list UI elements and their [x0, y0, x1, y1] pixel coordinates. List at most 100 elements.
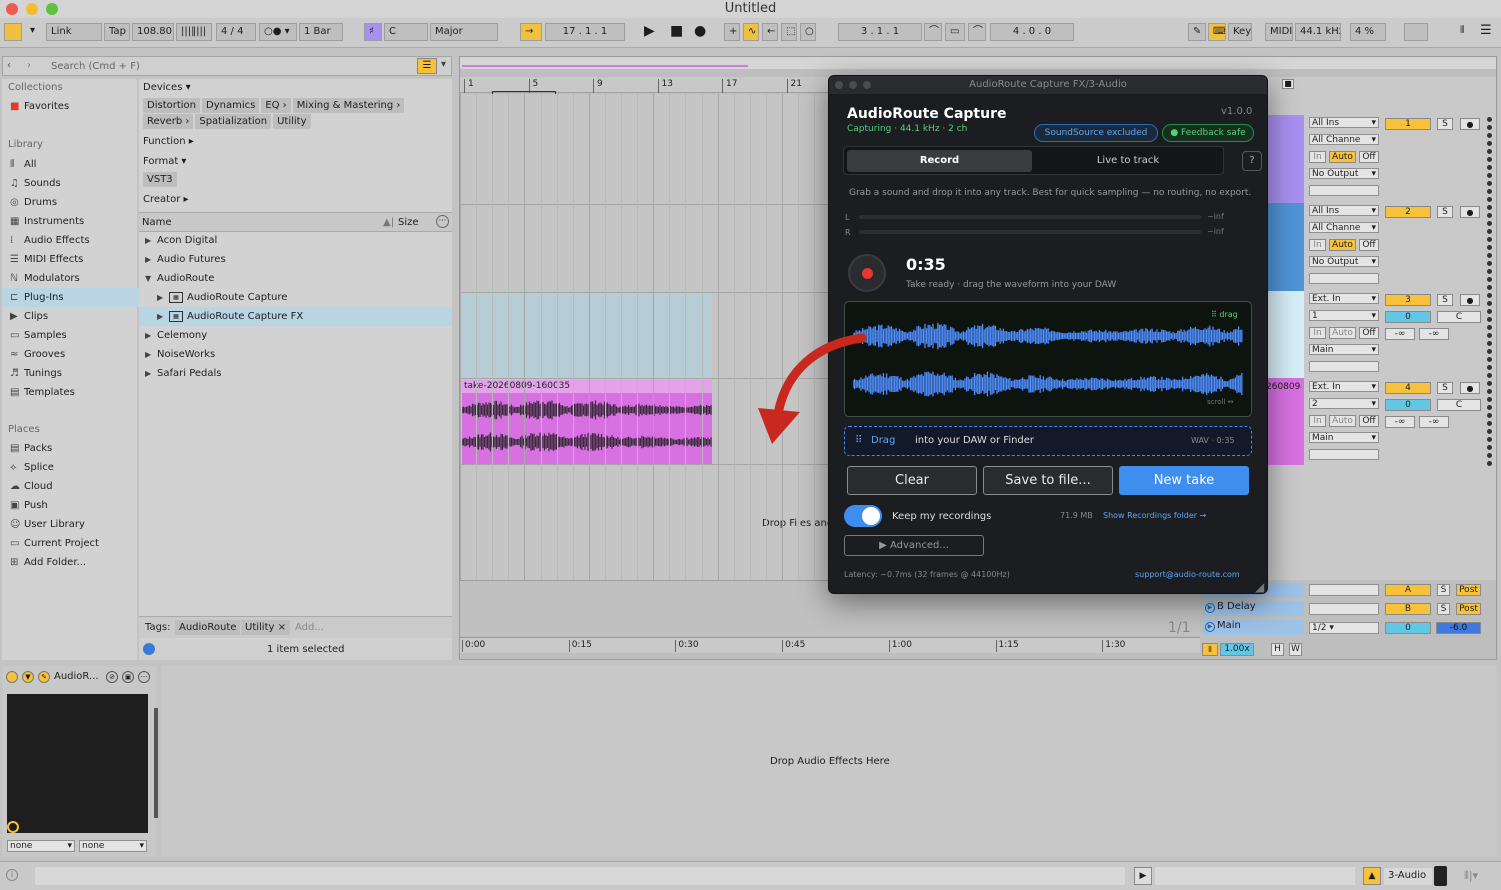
browser-item[interactable]: ▶ ▦ AudioRoute Capture [139, 288, 452, 307]
chevron-right-icon[interactable]: ▶ [157, 288, 169, 307]
track-output-channel[interactable] [1309, 273, 1379, 284]
track-output-select[interactable]: No Output ▾ [1309, 256, 1379, 267]
view-toggle-icon[interactable] [4, 23, 22, 41]
waveform-zoom-icon[interactable]: ⦀ [1202, 643, 1218, 656]
plugin-minimize-icon[interactable] [849, 81, 857, 89]
filter-devices[interactable]: Devices ▾ [143, 82, 191, 93]
device-view-icon[interactable] [1434, 866, 1447, 886]
arm-icon[interactable]: ● [1460, 382, 1480, 394]
tempo-field[interactable]: 108.80 [132, 23, 174, 41]
pan-field[interactable]: C [1437, 311, 1481, 323]
main-ratio-select[interactable]: 1/2 ▾ [1309, 622, 1379, 634]
sidebar-item-drums[interactable]: ◎ Drums [2, 193, 139, 212]
sidebar-item-add-folder-[interactable]: ⊞ Add Folder... [2, 553, 139, 572]
track-activator[interactable]: 2 [1385, 206, 1431, 218]
warning-icon[interactable]: ▲ [1363, 867, 1381, 885]
waveform-drag-area[interactable]: ⠿ drag scroll ↔ [844, 301, 1252, 417]
loop-switch-icon[interactable]: ▭ [945, 23, 965, 41]
advanced-button[interactable]: ▶ Advanced... [844, 535, 984, 556]
chevron-right-icon[interactable]: ▶ [145, 364, 157, 383]
monitor-off-button[interactable]: Off [1359, 151, 1379, 163]
audio-clip[interactable]: take-20260809-160035 [462, 380, 712, 464]
tag-utility[interactable]: Utility × [241, 620, 290, 635]
support-link[interactable]: support@audio-route.com [1135, 570, 1240, 579]
show-recordings-link[interactable]: Show Recordings folder → [1103, 511, 1206, 520]
monitor-auto-button[interactable]: Auto [1329, 151, 1356, 163]
main-volume[interactable]: 0 [1385, 622, 1431, 634]
fold-icon[interactable]: ▶ [1205, 622, 1215, 632]
device-chain[interactable]: Drop Audio Effects Here [161, 666, 1497, 856]
sidebar-item-clips[interactable]: ▶ Clips [2, 307, 139, 326]
zoom-level[interactable]: 1.00x [1220, 643, 1254, 656]
capture-icon[interactable]: ⬚ [781, 23, 797, 41]
back-to-arrangement-icon[interactable]: ← [762, 23, 778, 41]
loop-length-field[interactable]: 4 . 0 . 0 [990, 23, 1074, 41]
loop-record-icon[interactable]: ○● ▾ [259, 23, 297, 41]
lock-icon[interactable]: ■ [1282, 79, 1294, 89]
track-channel-select[interactable]: 2 ▾ [1309, 398, 1379, 409]
sort-icon[interactable]: ▲| [383, 217, 394, 228]
sidebar-item-audio-effects[interactable]: ⁞ Audio Effects [2, 231, 139, 250]
track-activator[interactable]: 3 [1385, 294, 1431, 306]
search-input[interactable]: Search (Cmd + F) [51, 61, 140, 72]
chevron-right-icon[interactable]: ▶ [157, 307, 169, 326]
format-chip-vst3[interactable]: VST3 [143, 172, 177, 187]
chevron-right-icon[interactable]: ▶ [145, 250, 157, 269]
punch-out-icon[interactable]: ⌒ [968, 23, 986, 41]
midi-map-button[interactable]: MIDI [1265, 23, 1293, 41]
arm-icon[interactable]: ● [1460, 206, 1480, 218]
new-take-button[interactable]: New take [1119, 466, 1249, 495]
device-chip[interactable]: Dynamics [202, 98, 260, 113]
w-button[interactable]: W [1289, 643, 1302, 656]
track-input-select[interactable]: All Ins ▾ [1309, 117, 1379, 128]
filter-creator[interactable]: Creator ▸ [143, 194, 189, 205]
device-chip[interactable]: Utility [273, 114, 311, 129]
return-a-post[interactable]: Post [1456, 584, 1481, 596]
browser-item[interactable]: ▶ ▦ AudioRoute Capture FX [139, 307, 452, 326]
chevron-right-icon[interactable]: ▶ [145, 231, 157, 250]
monitor-in-button[interactable]: In [1309, 327, 1326, 339]
link-button[interactable]: Link [46, 23, 102, 41]
record-button[interactable] [848, 254, 886, 292]
tab-record[interactable]: Record [847, 150, 1032, 172]
track-channel-select[interactable]: 1 ▾ [1309, 310, 1379, 321]
monitor-in-button[interactable]: In [1309, 151, 1326, 163]
sidebar-item-all[interactable]: ⦀ All [2, 155, 139, 174]
tag-add-input[interactable]: Add... [295, 622, 324, 633]
draw-mode-icon[interactable]: ✎ [1188, 23, 1206, 41]
device-chip[interactable]: Distortion [143, 98, 200, 113]
metronome-icon[interactable]: |||‖||| [176, 23, 212, 41]
quantize-select[interactable]: 1 Bar [299, 23, 343, 41]
more-icon[interactable]: ··· [138, 671, 150, 683]
drag-bar[interactable]: ⠿ Drag into your DAW or Finder WAV · 0:3… [844, 426, 1252, 456]
chevron-right-icon[interactable]: ▶ [145, 345, 157, 364]
track-input-select[interactable]: Ext. In ▾ [1309, 381, 1379, 392]
sidebar-item-splice[interactable]: ⟡ Splice [2, 458, 139, 477]
wrench-icon[interactable]: ✎ [38, 671, 50, 683]
device-fold-icon[interactable]: ▼ [22, 671, 34, 683]
device-chip[interactable]: EQ › [261, 98, 291, 113]
plugin-zoom-icon[interactable] [863, 81, 871, 89]
solo-button[interactable]: S [1437, 382, 1453, 394]
track-input-select[interactable]: All Ins ▾ [1309, 205, 1379, 216]
sidebar-item-tunings[interactable]: ♬ Tunings [2, 364, 139, 383]
monitor-off-button[interactable]: Off [1359, 327, 1379, 339]
chevron-down-icon[interactable]: ▾ [26, 23, 38, 41]
browser-item[interactable]: ▶ NoiseWorks [139, 345, 452, 364]
column-size[interactable]: Size [398, 217, 419, 228]
track-output-select[interactable]: Main ▾ [1309, 344, 1379, 355]
main-db-field[interactable]: -6.0 [1436, 622, 1481, 634]
sidebar-item-midi-effects[interactable]: ☰ MIDI Effects [2, 250, 139, 269]
sidebar-item-user-library[interactable]: ☺ User Library [2, 515, 139, 534]
scale-select[interactable]: Major [430, 23, 498, 41]
maximize-window-icon[interactable] [46, 3, 58, 15]
keyboard-icon[interactable]: ⌨ [1208, 23, 1226, 41]
filter-function[interactable]: Function ▸ [143, 136, 194, 147]
return-a-button[interactable]: A [1385, 584, 1431, 596]
save-to-file-button[interactable]: Save to file... [983, 466, 1113, 495]
io-icon[interactable]: ⦀ [1456, 23, 1472, 41]
monitor-off-button[interactable]: Off [1359, 415, 1379, 427]
monitor-auto-button[interactable]: Auto [1329, 415, 1356, 427]
key-select[interactable]: C [384, 23, 428, 41]
sidebar-item-plug-ins[interactable]: ⊏ Plug-Ins [2, 288, 139, 307]
